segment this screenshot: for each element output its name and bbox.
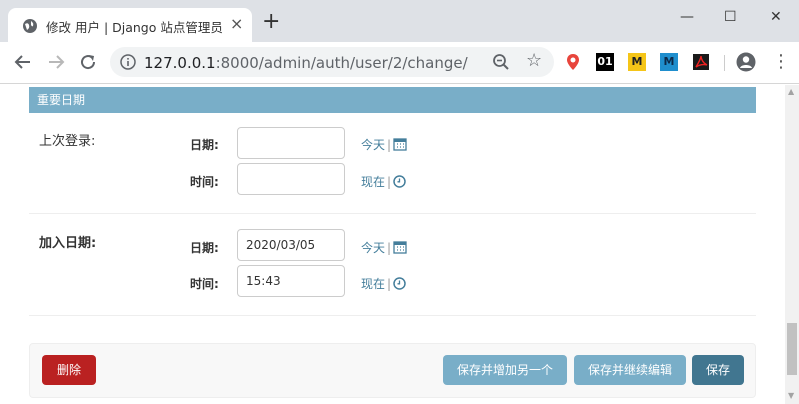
today-link[interactable]: 今天	[361, 138, 385, 152]
save-and-add-another-button[interactable]: 保存并增加另一个	[443, 355, 567, 385]
now-link[interactable]: 现在	[361, 277, 385, 291]
shortcut-separator: |	[387, 241, 392, 255]
address-bar[interactable]: 127.0.0.1:8000/admin/auth/user/2/change/…	[110, 47, 554, 77]
tab-title: 修改 用户 | Django 站点管理员	[46, 20, 223, 35]
page-viewport: 重要日期 上次登录: 日期: 今天| 时间: 现在| 加入日期: 日期: 今天|…	[0, 85, 785, 404]
row-divider	[29, 315, 756, 316]
date-joined-date-label: 日期:	[190, 241, 219, 255]
shortcut-separator: |	[387, 138, 392, 152]
last-login-date-input[interactable]	[237, 127, 345, 159]
date-joined-time-label: 时间:	[190, 277, 219, 291]
delete-button[interactable]: 删除	[42, 355, 96, 385]
window-close-icon[interactable]: ✕	[770, 10, 782, 24]
date-joined-label: 加入日期:	[39, 236, 97, 251]
shortcut-separator: |	[387, 277, 392, 291]
date-joined-date-shortcuts: 今天 |	[361, 239, 407, 256]
last-login-time-input[interactable]	[237, 163, 345, 195]
calendar-icon[interactable]	[393, 137, 407, 151]
shortcut-separator: |	[387, 175, 392, 189]
now-link[interactable]: 现在	[361, 175, 385, 189]
last-login-date-shortcuts: 今天 |	[361, 136, 407, 153]
page-scrollbar[interactable]: ▲ ▼	[785, 85, 799, 404]
row-divider	[29, 213, 756, 214]
new-tab-button[interactable]: +	[262, 11, 280, 33]
minimize-icon[interactable]: —	[680, 10, 694, 24]
toolbar-separator	[724, 55, 725, 71]
browser-tab[interactable]: 修改 用户 | Django 站点管理员 ×	[8, 8, 252, 42]
pdf-extension-icon[interactable]	[692, 53, 710, 71]
save-and-continue-button[interactable]: 保存并继续编辑	[574, 355, 686, 385]
info-icon[interactable]	[120, 54, 136, 70]
reload-icon[interactable]	[79, 53, 97, 71]
profile-avatar-icon[interactable]	[736, 52, 756, 72]
bookmark-star-icon[interactable]: ☆	[526, 50, 542, 71]
clock-icon[interactable]	[393, 277, 406, 290]
last-login-label: 上次登录:	[39, 134, 96, 149]
extension-01-icon[interactable]: 01	[596, 53, 614, 71]
scroll-down-arrow-icon[interactable]: ▼	[788, 391, 794, 400]
extension-m-blue-icon[interactable]: M	[660, 53, 678, 71]
url-path: :8000/admin/auth/user/2/change/	[215, 54, 468, 72]
date-joined-date-input[interactable]	[237, 229, 345, 261]
section-header-important-dates: 重要日期	[29, 87, 756, 113]
url-host: 127.0.0.1	[144, 54, 216, 72]
url-text[interactable]: 127.0.0.1:8000/admin/auth/user/2/change/	[144, 54, 468, 72]
close-tab-icon[interactable]: ×	[230, 16, 243, 32]
maximize-icon[interactable]: ☐	[724, 10, 737, 24]
submit-row: 删除 保存并增加另一个 保存并继续编辑 保存	[29, 343, 756, 398]
date-joined-time-input[interactable]	[237, 265, 345, 297]
scroll-up-arrow-icon[interactable]: ▲	[788, 87, 794, 96]
back-arrow-icon[interactable]	[14, 53, 32, 71]
scroll-thumb[interactable]	[787, 323, 797, 375]
last-login-date-label: 日期:	[190, 138, 219, 152]
browser-toolbar: 127.0.0.1:8000/admin/auth/user/2/change/…	[0, 42, 799, 84]
browser-menu-icon[interactable]: ⋮	[772, 52, 790, 72]
save-button[interactable]: 保存	[692, 355, 744, 385]
zoom-out-icon[interactable]	[492, 53, 510, 71]
today-link[interactable]: 今天	[361, 241, 385, 255]
forward-arrow-icon[interactable]	[47, 53, 65, 71]
clock-icon[interactable]	[393, 175, 406, 188]
location-pin-extension-icon[interactable]	[564, 53, 582, 71]
globe-icon	[23, 19, 37, 33]
extension-m-yellow-icon[interactable]: M	[628, 53, 646, 71]
last-login-time-shortcuts: 现在 |	[361, 173, 406, 190]
calendar-icon[interactable]	[393, 240, 407, 254]
date-joined-time-shortcuts: 现在 |	[361, 275, 406, 292]
last-login-time-label: 时间:	[190, 175, 219, 189]
browser-titlebar: 修改 用户 | Django 站点管理员 × + — ☐ ✕	[0, 0, 799, 42]
